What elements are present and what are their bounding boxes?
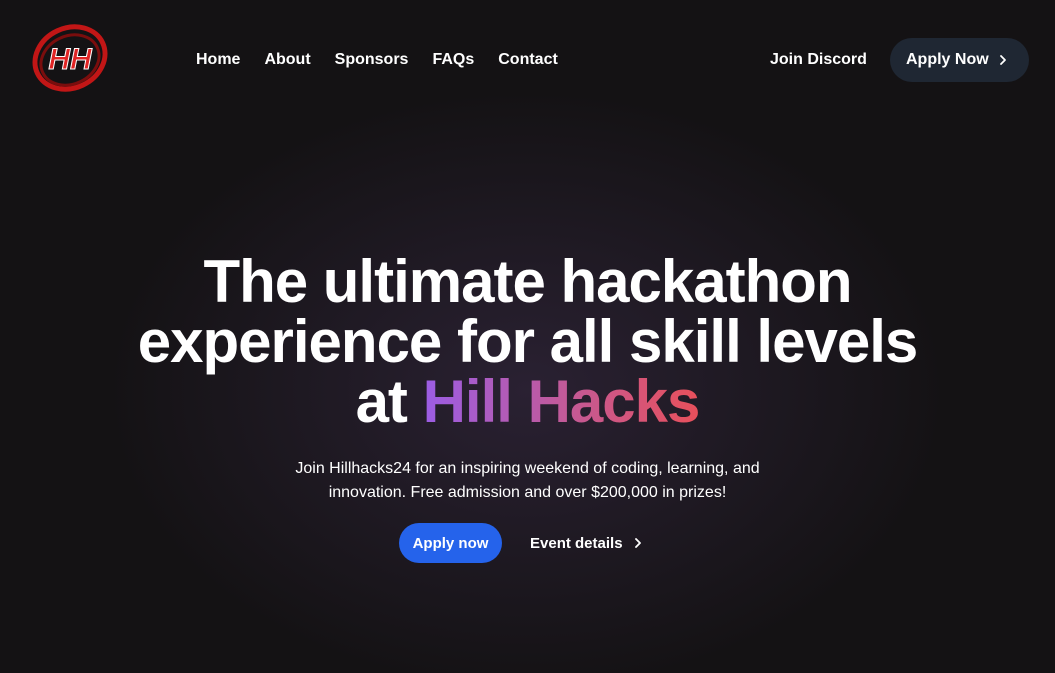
nav-about[interactable]: About — [264, 50, 310, 70]
header-apply-button[interactable]: Apply Now — [890, 38, 1029, 82]
nav-sponsors[interactable]: Sponsors — [335, 50, 409, 70]
apply-now-button[interactable]: Apply now — [399, 523, 502, 563]
hero-subtitle-line1: Join Hillhacks24 for an inspiring weeken… — [295, 460, 760, 477]
event-details-link[interactable]: Event details — [530, 535, 643, 552]
hero-title-line3-prefix: at — [355, 368, 423, 435]
chevron-right-icon — [997, 50, 1009, 70]
nav-contact[interactable]: Contact — [498, 50, 558, 70]
join-discord-link[interactable]: Join Discord — [770, 50, 867, 70]
svg-text:HH: HH — [48, 43, 93, 76]
site-header: HH Home About Sponsors FAQs Contact Join… — [0, 0, 1055, 120]
hero-title-line1: The ultimate hackathon — [203, 248, 852, 315]
header-apply-label: Apply Now — [906, 51, 989, 68]
hillhacks-logo[interactable]: HH — [28, 16, 112, 100]
nav-home[interactable]: Home — [196, 50, 240, 70]
hero-title-highlight: Hill Hacks — [422, 368, 701, 435]
hero-subtitle-line2: innovation. Free admission and over $200… — [328, 484, 727, 501]
chevron-right-icon — [633, 536, 643, 550]
hero-subtitle: Join Hillhacks24 for an inspiring weeken… — [0, 457, 1055, 505]
event-details-label: Event details — [530, 534, 623, 552]
hero-title-line2: experience for all skill levels — [137, 308, 918, 375]
hero-section: The ultimate hackathon experience for al… — [0, 252, 1055, 432]
cta-row: Apply now Event details — [399, 523, 643, 563]
nav-faqs[interactable]: FAQs — [432, 50, 474, 70]
hero-title: The ultimate hackathon experience for al… — [0, 252, 1055, 432]
main-nav: Home About Sponsors FAQs Contact — [196, 50, 582, 70]
